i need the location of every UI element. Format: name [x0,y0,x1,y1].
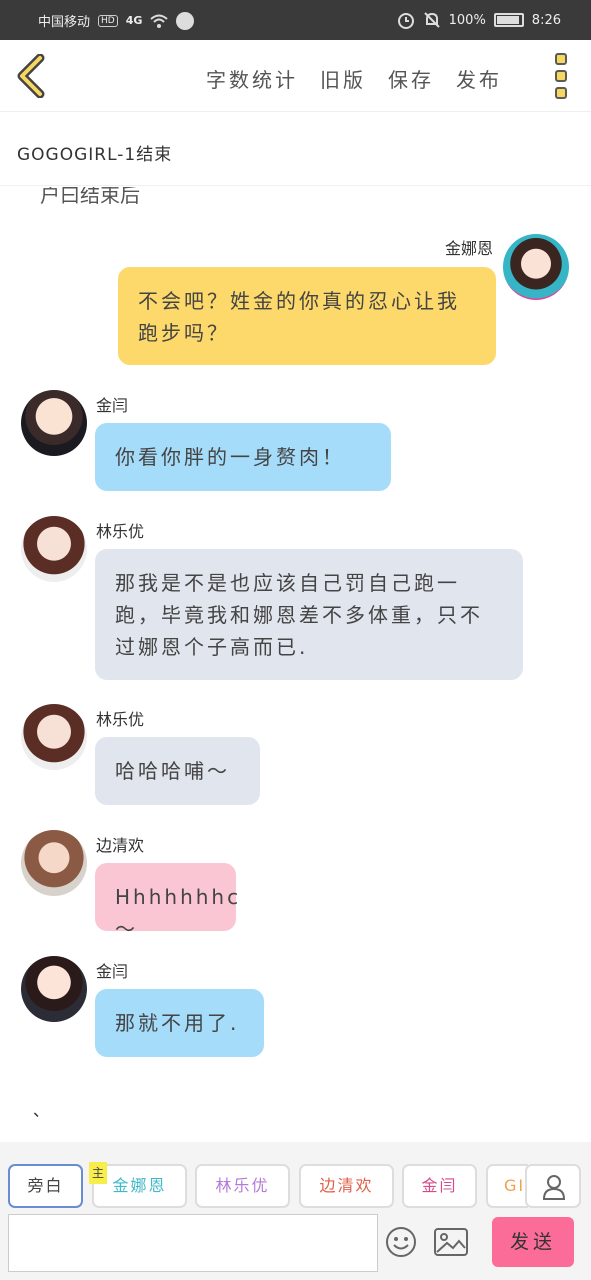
toolbar-menu: 字数统计 旧版 保存 发布 [206,64,502,93]
message-bubble[interactable]: 那就不用了. [95,989,264,1057]
message-bubble[interactable]: 哈哈哈哺～ [95,737,260,805]
role-chip-label: 金闫 [421,1176,458,1195]
message-author: 金闫 [96,396,129,415]
role-chip-narration[interactable]: 旁白 [8,1164,83,1208]
old-version-button[interactable]: 旧版 [320,64,366,93]
carrier-label: 中国移动 [38,15,91,30]
save-button[interactable]: 保存 [388,64,434,93]
alarm-icon [397,13,414,29]
more-menu-icon[interactable] [555,53,569,99]
avatar[interactable] [503,234,569,300]
message-author: 金闫 [96,962,129,981]
message-input[interactable] [8,1214,378,1272]
role-chip-label: 林乐优 [215,1176,270,1195]
avatar[interactable] [21,956,87,1022]
role-chip-label: 旁白 [27,1176,64,1195]
role-chip-label: 金娜恩 [112,1176,167,1195]
message-author: 林乐优 [96,710,145,729]
message-bubble[interactable]: 那我是不是也应该自己罚自己跑一跑，毕竟我和娜恩差不多体重，只不过娜恩个子高而已. [95,549,523,680]
network-label: 4G [125,14,143,27]
word-count-button[interactable]: 字数统计 [206,64,298,93]
status-bar: 中国移动 HD 4G 100% 8:26 [0,0,591,40]
clock: 8:26 [531,12,561,28]
role-chip-bianqinghuan[interactable]: 边清欢 [299,1164,394,1208]
avatar[interactable] [21,516,87,582]
person-icon [543,1175,565,1200]
message-author: 林乐优 [96,522,145,541]
cut-off-text: 户曰结束后 [40,187,140,207]
role-chips: 主 旁白 金娜恩 林乐优 边清欢 金闫 GIRL [8,1162,528,1210]
battery-icon [493,13,524,27]
message-author: 边清欢 [96,836,145,855]
avatar[interactable] [21,830,87,896]
message-bubble[interactable]: Hhhhhhhc～ [95,863,238,941]
page-title: GOGOGIRL-1结束 [0,113,591,186]
battery-percent: 100% [448,12,486,28]
chat-area[interactable]: 户曰结束后 金娜恩 不会吧？姓金的你真的忍心让我跑步吗？ 金闫 你看你胖的一身赘… [0,187,591,1142]
message-author: 金娜恩 [444,239,493,258]
role-manager-button[interactable] [525,1164,581,1208]
emoji-icon[interactable] [385,1226,417,1258]
composer-panel: 主 旁白 金娜恩 林乐优 边清欢 金闫 GIRL 发送 [0,1142,591,1280]
image-icon[interactable] [434,1228,468,1256]
back-arrow-icon[interactable] [14,54,54,98]
hd-badge: HD [98,14,118,27]
mute-icon [423,12,440,28]
top-toolbar: 字数统计 旧版 保存 发布 [0,40,591,112]
location-icon [176,11,195,30]
main-role-badge: 主 [89,1162,107,1184]
wifi-icon [150,14,169,28]
role-chip-linleyou[interactable]: 林乐优 [195,1164,290,1208]
role-chip-label: 边清欢 [319,1176,374,1195]
role-chip-kimyan[interactable]: 金闫 [402,1164,477,1208]
publish-button[interactable]: 发布 [456,64,502,93]
role-chip-girl[interactable]: GIRL [486,1164,528,1208]
avatar[interactable] [21,390,87,456]
send-button[interactable]: 发送 [492,1217,574,1267]
message-bubble[interactable]: 你看你胖的一身赘肉！ [95,423,391,491]
avatar[interactable] [21,704,87,770]
trailing-text: 、 [33,1101,50,1120]
message-bubble[interactable]: 不会吧？姓金的你真的忍心让我跑步吗？ [118,267,496,365]
